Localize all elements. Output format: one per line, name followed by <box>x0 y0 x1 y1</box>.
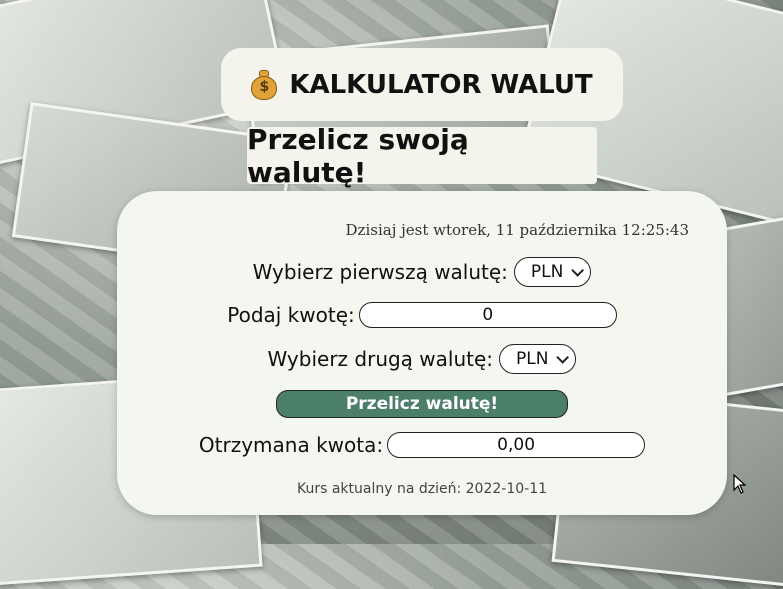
chevron-down-icon <box>556 350 570 364</box>
page-subtitle: Przelicz swoją walutę! <box>247 123 597 189</box>
result-row: Otrzymana kwota: 0,00 <box>117 432 727 458</box>
amount-label: Podaj kwotę: <box>227 303 355 327</box>
result-output: 0,00 <box>387 432 646 458</box>
amount-row: Podaj kwotę: 0 <box>117 302 727 328</box>
convert-row: Przelicz walutę! <box>117 390 727 418</box>
second-currency-select[interactable]: PLN <box>499 344 577 374</box>
chevron-down-icon <box>571 263 585 277</box>
first-currency-label: Wybierz pierwszą walutę: <box>252 260 508 284</box>
rate-date: Kurs aktualny na dzień: 2022-10-11 <box>296 481 548 497</box>
first-currency-row: Wybierz pierwszą walutę: PLN <box>117 257 727 287</box>
money-bag-icon: $ <box>251 69 278 100</box>
amount-input[interactable]: 0 <box>358 302 617 328</box>
calculator-panel: Dzisiaj jest wtorek, 11 października 12:… <box>117 191 727 515</box>
app-title-text: KALKULATOR WALUT <box>289 69 593 100</box>
second-currency-label: Wybierz drugą walutę: <box>267 347 494 371</box>
result-label: Otrzymana kwota: <box>198 433 384 457</box>
app-title: $ KALKULATOR WALUT <box>221 48 623 121</box>
second-currency-row: Wybierz drugą walutę: PLN <box>117 344 727 374</box>
current-date: Dzisiaj jest wtorek, 11 października 12:… <box>345 221 689 239</box>
mouse-cursor-icon <box>733 474 747 494</box>
first-currency-select[interactable]: PLN <box>513 257 592 287</box>
convert-button[interactable]: Przelicz walutę! <box>276 390 568 418</box>
